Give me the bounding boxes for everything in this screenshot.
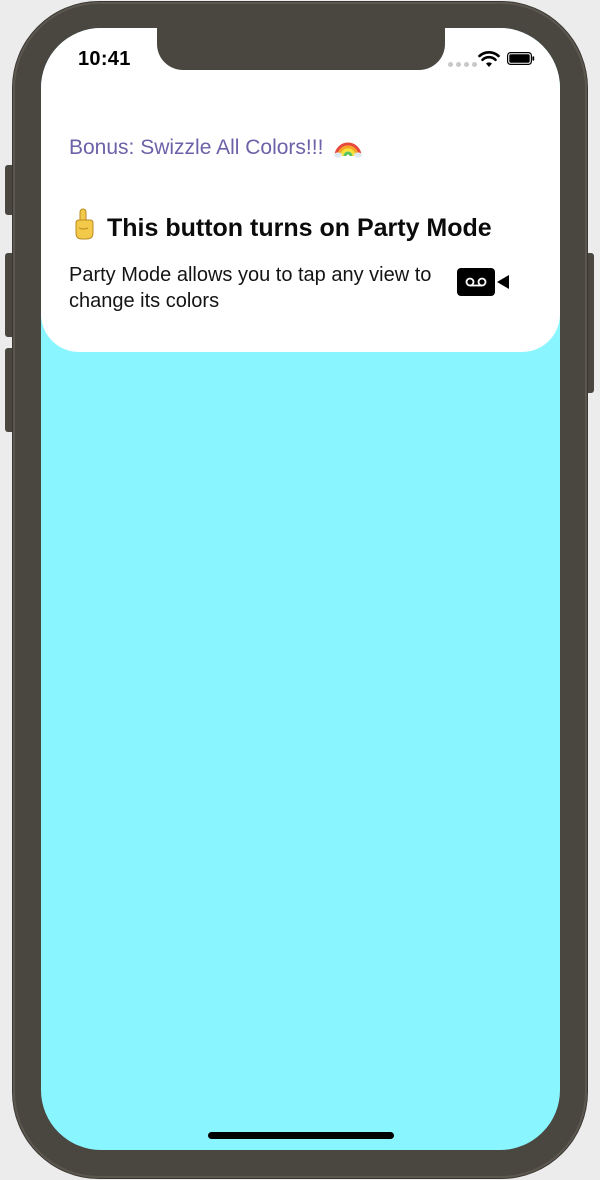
pointing-up-icon xyxy=(75,208,94,240)
rainbow-icon xyxy=(334,142,363,158)
bonus-swizzle-link[interactable]: Bonus: Swizzle All Colors!!! xyxy=(69,132,363,160)
notch xyxy=(157,28,445,70)
party-mode-description: Party Mode allows you to tap any view to… xyxy=(69,264,432,312)
record-video-button[interactable] xyxy=(457,268,513,296)
bonus-link-label: Bonus: Swizzle All Colors!!! xyxy=(69,136,324,159)
video-camera-icon xyxy=(457,268,509,296)
screen: 10:41 Bonus: Swizzle All Colors!!! This … xyxy=(41,28,560,1150)
headline-text: This button turns on Party Mode xyxy=(107,214,492,242)
battery-icon xyxy=(507,52,535,65)
wifi-icon xyxy=(478,51,500,67)
device-mockup: 10:41 Bonus: Swizzle All Colors!!! This … xyxy=(0,0,600,1180)
party-mode-headline: This button turns on Party Mode xyxy=(71,208,492,243)
home-indicator[interactable] xyxy=(208,1132,394,1139)
intro-card: 10:41 Bonus: Swizzle All Colors!!! This … xyxy=(41,28,560,352)
status-time: 10:41 xyxy=(78,48,131,70)
cellular-signal-icon xyxy=(448,62,477,67)
